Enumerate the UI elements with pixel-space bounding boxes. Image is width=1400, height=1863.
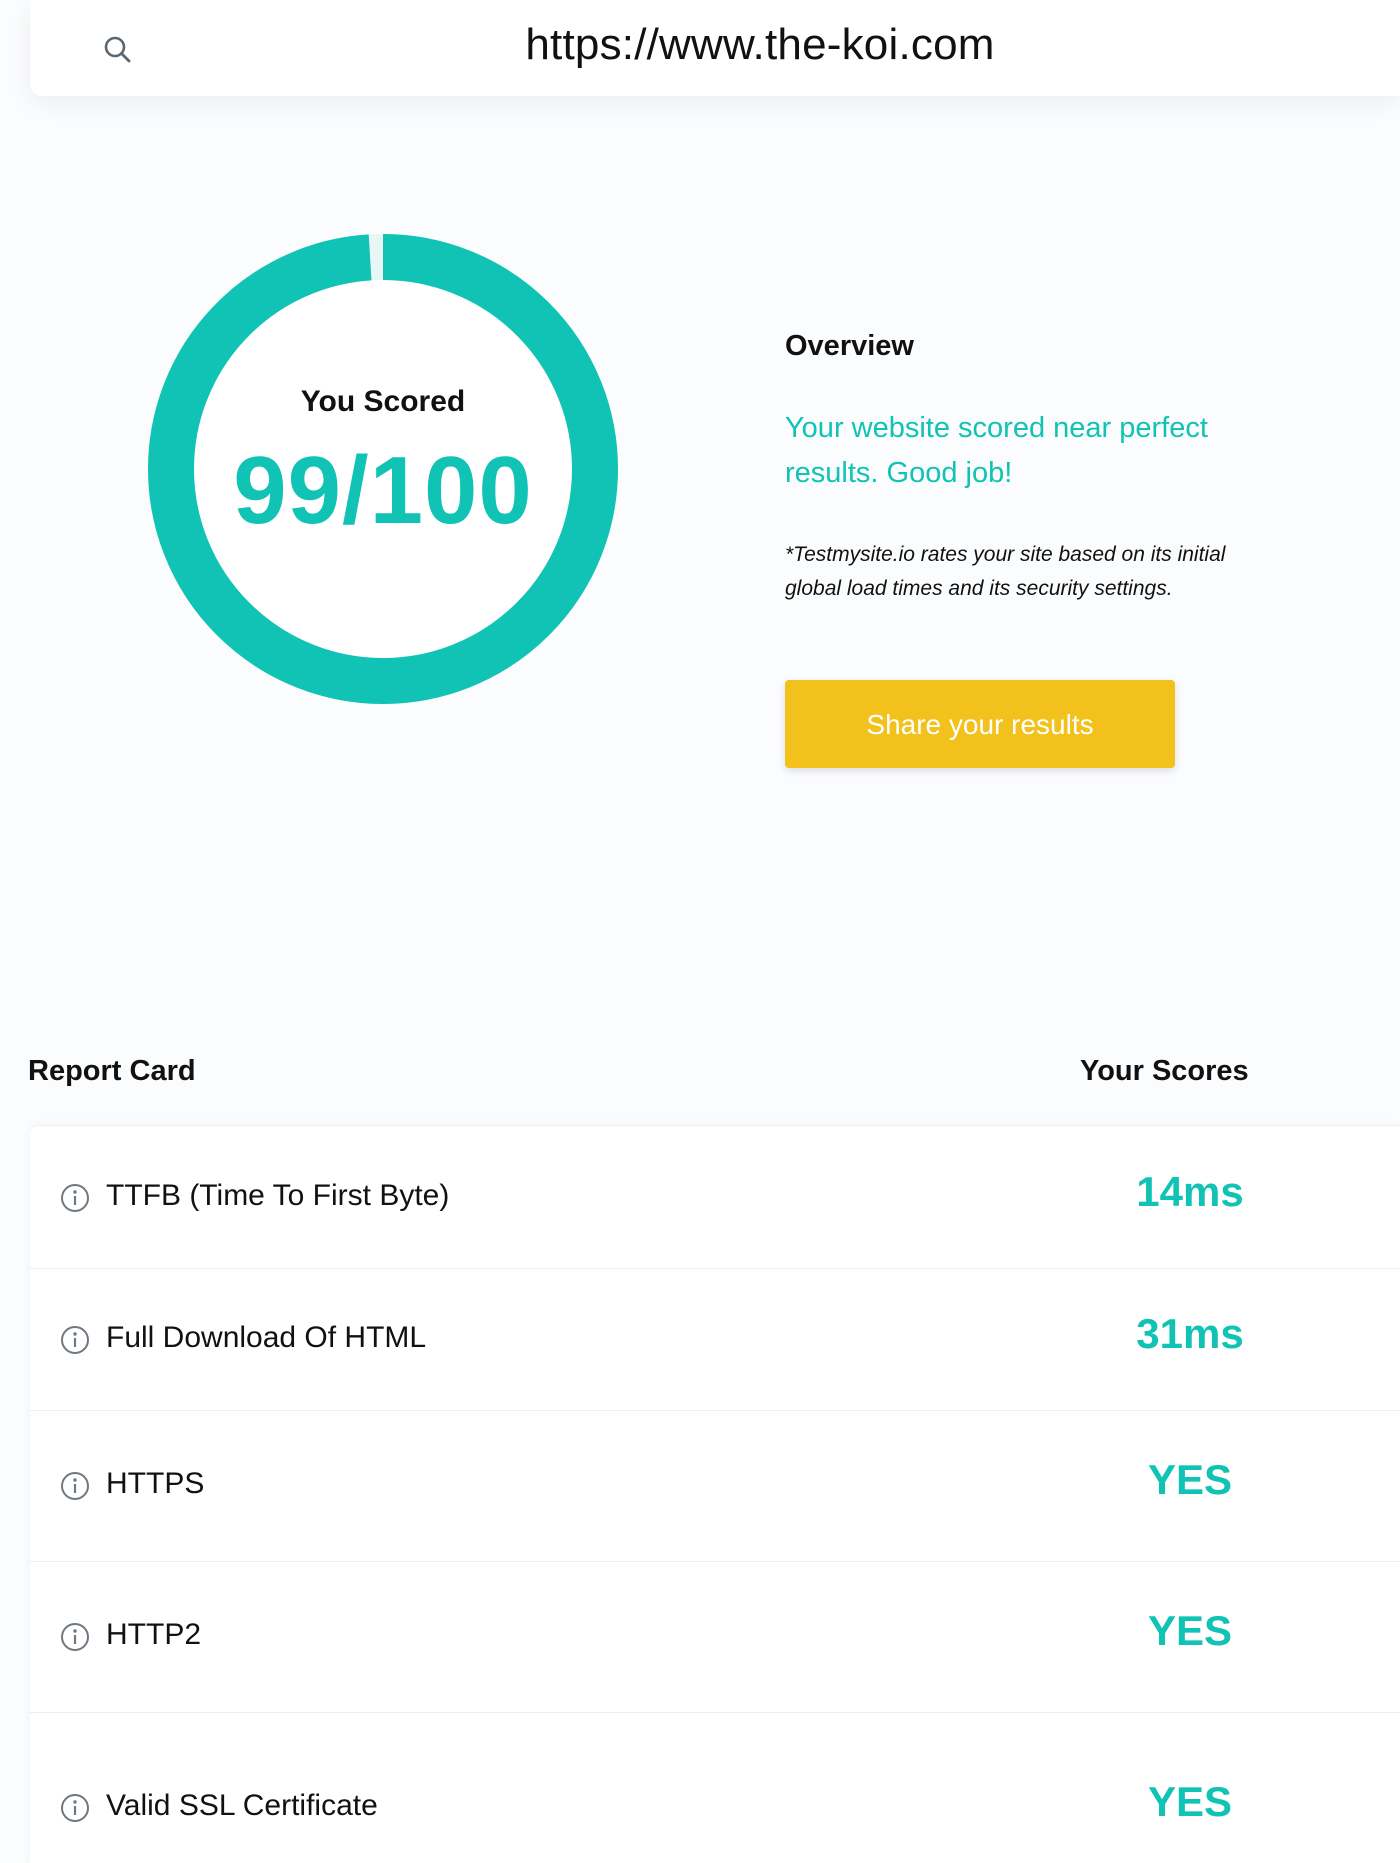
report-row-html-download: Full Download Of HTML 31ms	[30, 1268, 1400, 1411]
score-value: 99/100	[233, 437, 533, 544]
info-icon[interactable]	[60, 1471, 90, 1501]
overview-title: Overview	[785, 330, 914, 362]
url-text[interactable]: https://www.the-koi.com	[30, 20, 1400, 70]
info-icon[interactable]	[60, 1183, 90, 1213]
row-label: Valid SSL Certificate	[106, 1789, 378, 1822]
row-score: 14ms	[1136, 1168, 1244, 1215]
row-score: YES	[1147, 1778, 1233, 1825]
report-card-title: Report Card	[28, 1055, 196, 1087]
url-search-bar[interactable]: https://www.the-koi.com	[30, 0, 1400, 96]
your-scores-title: Your Scores	[1080, 1055, 1249, 1087]
report-row-ssl: Valid SSL Certificate YES	[30, 1712, 1400, 1863]
info-icon[interactable]	[60, 1793, 90, 1823]
score-label: You Scored	[300, 385, 466, 418]
share-results-button[interactable]: Share your results	[785, 680, 1175, 768]
report-row-ttfb: TTFB (Time To First Byte) 14ms	[30, 1126, 1400, 1269]
info-icon[interactable]	[60, 1325, 90, 1355]
info-icon[interactable]	[60, 1622, 90, 1652]
row-score: 31ms	[1136, 1310, 1244, 1357]
report-table: TTFB (Time To First Byte) 14ms Full Down…	[30, 1125, 1400, 1863]
overview-note: *Testmysite.io rates your site based on …	[785, 543, 1226, 600]
row-score: YES	[1147, 1607, 1233, 1654]
report-row-http2: HTTP2 YES	[30, 1561, 1400, 1713]
row-label: Full Download Of HTML	[106, 1321, 427, 1354]
row-label: HTTPS	[106, 1467, 205, 1500]
report-row-https: HTTPS YES	[30, 1410, 1400, 1562]
row-label: HTTP2	[106, 1618, 202, 1651]
overview-message: Your website scored near perfect results…	[785, 412, 1208, 489]
row-label: TTFB (Time To First Byte)	[106, 1179, 450, 1212]
row-score: YES	[1147, 1456, 1233, 1503]
